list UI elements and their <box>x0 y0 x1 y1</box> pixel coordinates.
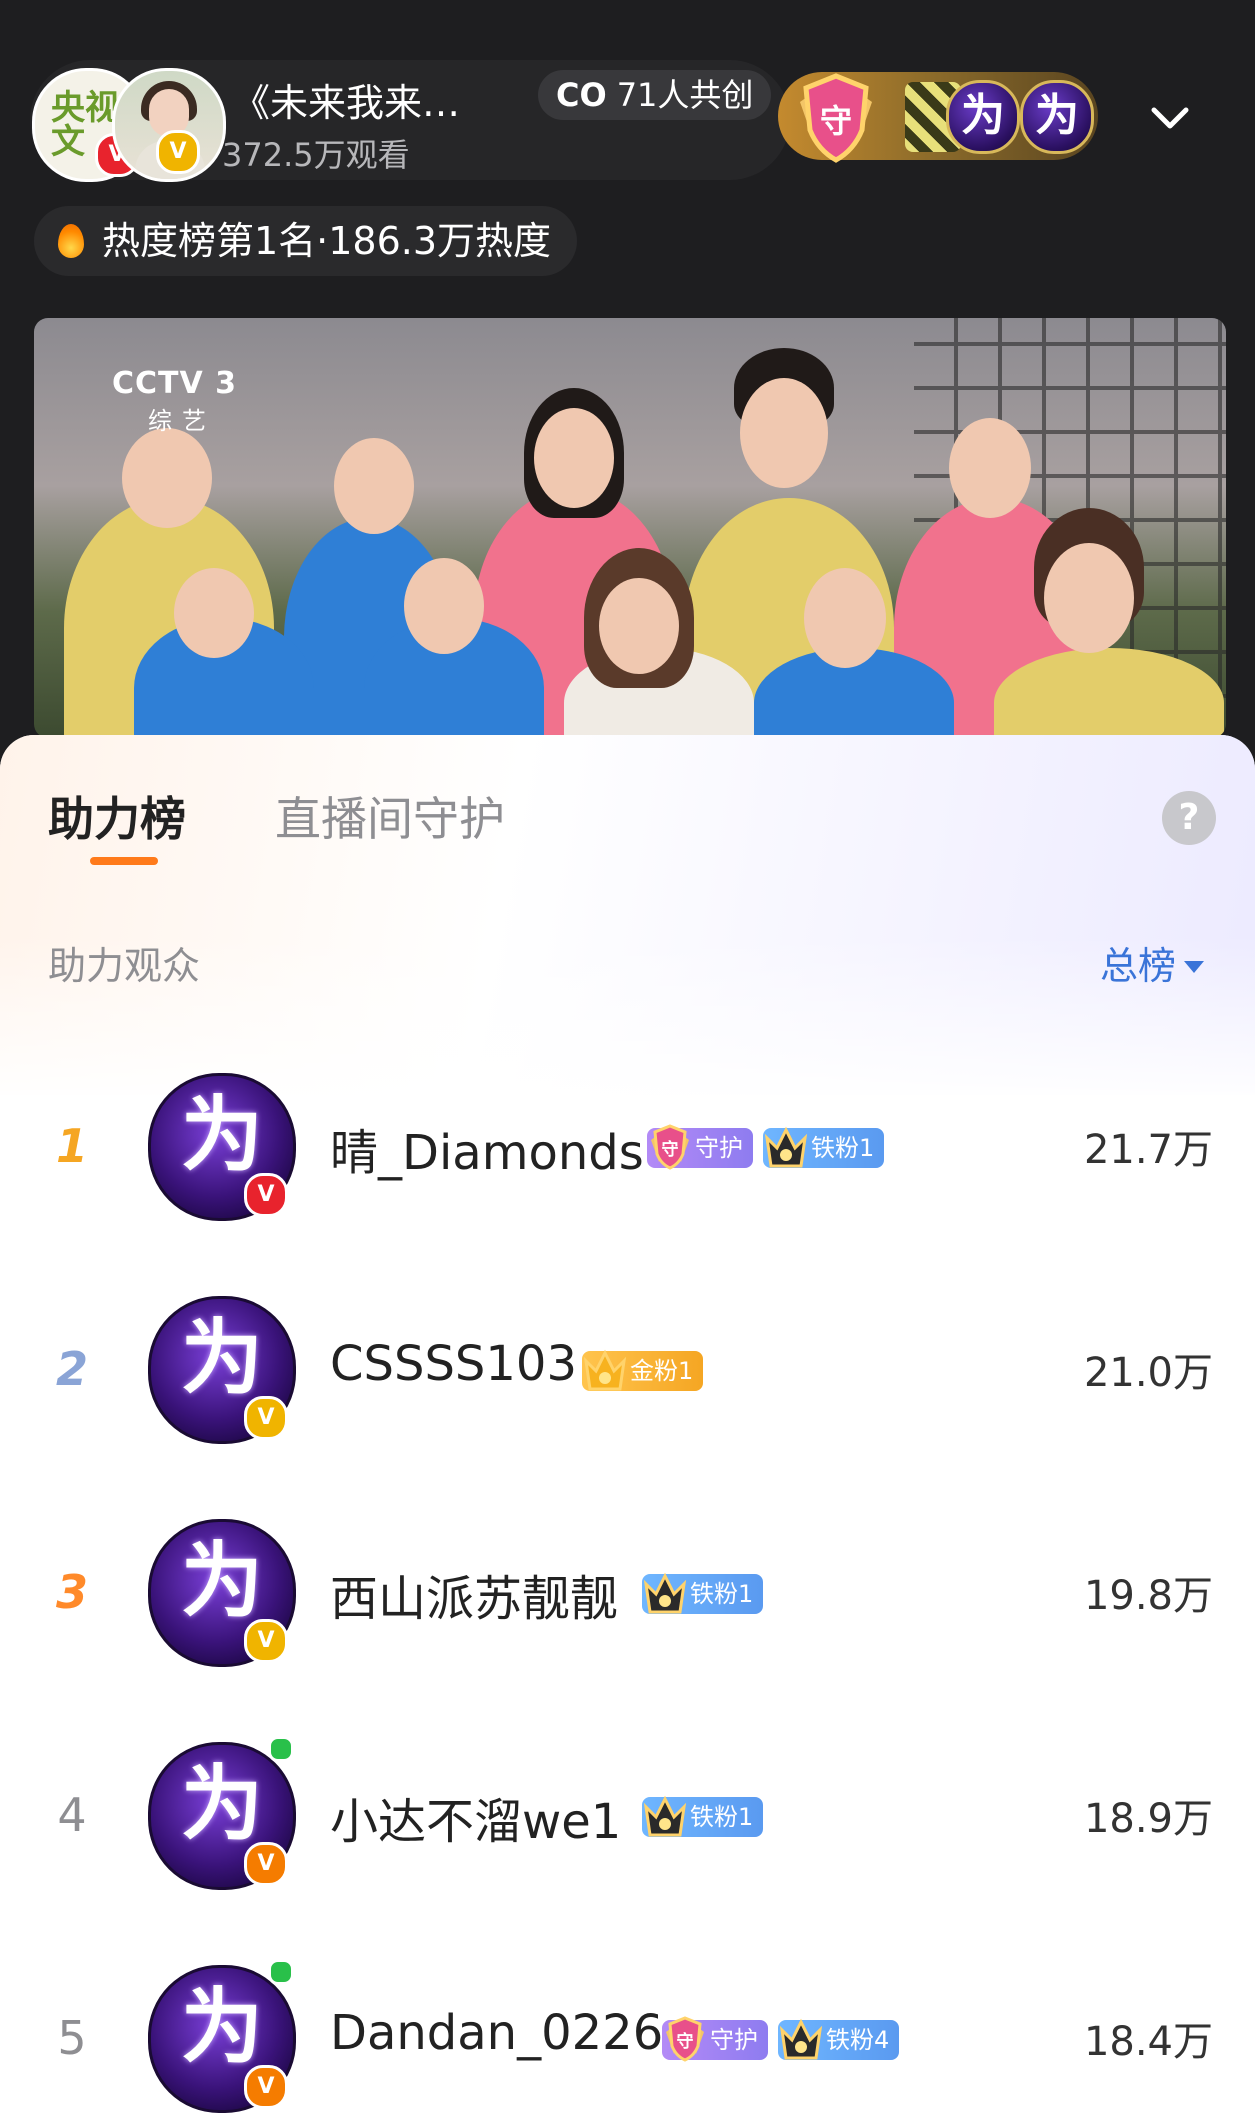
verified-icon: V <box>244 1619 288 1663</box>
user-badges: 守守护 铁粉4 <box>662 2016 900 2062</box>
guard-badge[interactable]: 守守护 <box>662 2016 768 2062</box>
total-rank-dropdown[interactable]: 总榜 <box>1100 935 1205 990</box>
username[interactable]: 晴_Diamonds <box>330 1113 644 1183</box>
ranking-row[interactable]: 1 为 V 晴_Diamonds 守守护 铁粉1 21.7万 <box>0 1047 1255 1269</box>
person-head <box>334 438 414 534</box>
support-score: 21.0万 <box>1083 1350 1213 1396</box>
person-head <box>1044 543 1134 653</box>
support-audience-label: 助力观众 <box>48 944 201 988</box>
co-icon: CO <box>556 76 607 114</box>
person-head <box>804 568 886 668</box>
fan-avatar-2[interactable]: 为 <box>1020 80 1094 154</box>
iron-fan-badge[interactable]: 铁粉4 <box>778 2018 900 2060</box>
ranking-panel: 助力榜 直播间守护 ? 助力观众 总榜 1 为 V 晴_Diamonds 守守护 铁粉1 2… <box>0 735 1255 2126</box>
verified-icon: V <box>244 1396 288 1440</box>
person-head <box>174 568 254 658</box>
user-badges: 金粉1 <box>582 1349 704 1392</box>
badge-label: 铁粉1 <box>811 1134 875 1162</box>
person-head <box>740 378 828 488</box>
active-tab-indicator <box>90 857 158 865</box>
user-badges: 铁粉1 <box>642 1572 764 1615</box>
live-title[interactable]: 《未来我来… <box>232 72 460 127</box>
support-score: 21.7万 <box>1083 1127 1213 1173</box>
cctv3-channel-logo: CCTV 3 综艺 <box>112 366 237 436</box>
iron-fan-badge[interactable]: 铁粉1 <box>763 1126 885 1168</box>
cocreate-button[interactable]: CO 71人共创 <box>538 70 772 120</box>
iron-fan-badge[interactable]: 铁粉1 <box>642 1572 764 1614</box>
verified-yellow-icon: V <box>156 130 200 174</box>
crown-icon <box>764 1126 808 1168</box>
ranking-row[interactable]: 3 为 V 西山派苏靓靓 铁粉1 19.8万 <box>0 1493 1255 1715</box>
verified-icon: V <box>244 2065 288 2109</box>
rank-number: 4 <box>57 1788 87 1842</box>
badge-label: 铁粉1 <box>690 1803 754 1831</box>
badge-label: 铁粉4 <box>826 2026 890 2054</box>
iron-fan-badge[interactable]: 铁粉1 <box>642 1795 764 1837</box>
guard-shield-icon: 守 <box>651 1124 689 1170</box>
heat-rank-text: 热度榜第1名·186.3万热度 <box>102 219 552 263</box>
ranking-row[interactable]: 5 为 V Dandan_0226 守守护 铁粉4 18.4万 <box>0 1939 1255 2126</box>
avatar-glyph: 为 <box>180 1534 263 1629</box>
badge-label: 铁粉1 <box>690 1580 754 1608</box>
username[interactable]: CSSSS103 <box>330 1336 577 1392</box>
verified-icon: V <box>244 1842 288 1886</box>
ranking-row[interactable]: 2 为 V CSSSS103 金粉1 21.0万 <box>0 1270 1255 1492</box>
person-head <box>122 428 212 528</box>
avatar-glyph: 为 <box>180 1980 263 2075</box>
user-badges: 铁粉1 <box>642 1795 764 1838</box>
view-count: 372.5万观看 <box>222 136 410 174</box>
svg-text:守: 守 <box>662 1139 679 1160</box>
ranking-row[interactable]: 4 为 V 小达不溜we1 铁粉1 18.9万 <box>0 1716 1255 1938</box>
channel-name: CCTV 3 <box>112 366 238 401</box>
heat-rank-pill[interactable]: 热度榜第1名·186.3万热度 <box>34 206 578 276</box>
badge-label: 守护 <box>710 2026 758 2054</box>
tab-support-rank[interactable]: 助力榜 <box>48 783 186 849</box>
online-status-dot <box>268 1736 294 1762</box>
live-video-player[interactable]: CCTV 3 综艺 <box>34 318 1226 738</box>
crown-icon <box>779 2018 823 2060</box>
help-icon[interactable]: ? <box>1162 791 1216 845</box>
guard-shield-icon: 守 <box>666 2016 704 2062</box>
verified-icon: V <box>244 1173 288 1217</box>
person-head <box>949 418 1031 518</box>
username[interactable]: 西山派苏靓靓 <box>330 1559 618 1629</box>
crown-icon <box>643 1572 687 1614</box>
avatar-glyph: 为 <box>180 1311 263 1406</box>
online-status-dot <box>268 1959 294 1985</box>
cocreate-label: 71人共创 <box>616 76 754 114</box>
avatar-glyph: 为 <box>180 1757 263 1852</box>
badge-label: 金粉1 <box>630 1357 694 1385</box>
person-head <box>534 408 614 508</box>
username[interactable]: 小达不溜we1 <box>330 1782 621 1852</box>
support-score: 19.8万 <box>1083 1573 1213 1619</box>
total-rank-label: 总榜 <box>1100 944 1177 988</box>
support-score: 18.4万 <box>1083 2019 1213 2065</box>
guard-shield-icon[interactable]: 守 <box>796 72 876 164</box>
rank-number: 1 <box>55 1119 88 1173</box>
flame-icon <box>58 224 84 258</box>
person-head <box>599 578 679 674</box>
crown-icon <box>643 1795 687 1837</box>
person-head <box>404 558 484 654</box>
username[interactable]: Dandan_0226 <box>330 2005 663 2061</box>
rank-number: 5 <box>57 2011 87 2065</box>
svg-text:守: 守 <box>677 2031 694 2052</box>
avatar-glyph: 为 <box>180 1088 263 1183</box>
user-badges: 守守护 铁粉1 <box>647 1124 885 1170</box>
tab-room-guard[interactable]: 直播间守护 <box>275 783 505 849</box>
rank-number: 3 <box>55 1565 88 1619</box>
fan-avatar-1[interactable]: 为 <box>946 80 1020 154</box>
support-score: 18.9万 <box>1083 1796 1213 1842</box>
rank-number: 2 <box>55 1342 88 1396</box>
guard-badge[interactable]: 守守护 <box>647 1124 753 1170</box>
dropdown-caret-icon <box>1184 961 1205 973</box>
badge-label: 守护 <box>695 1134 743 1162</box>
crown-icon <box>583 1349 627 1391</box>
chevron-down-icon[interactable] <box>1150 98 1190 138</box>
guard-shield-label: 守 <box>820 102 852 140</box>
gold-fan-badge[interactable]: 金粉1 <box>582 1349 704 1391</box>
channel-sub: 综艺 <box>148 407 216 435</box>
